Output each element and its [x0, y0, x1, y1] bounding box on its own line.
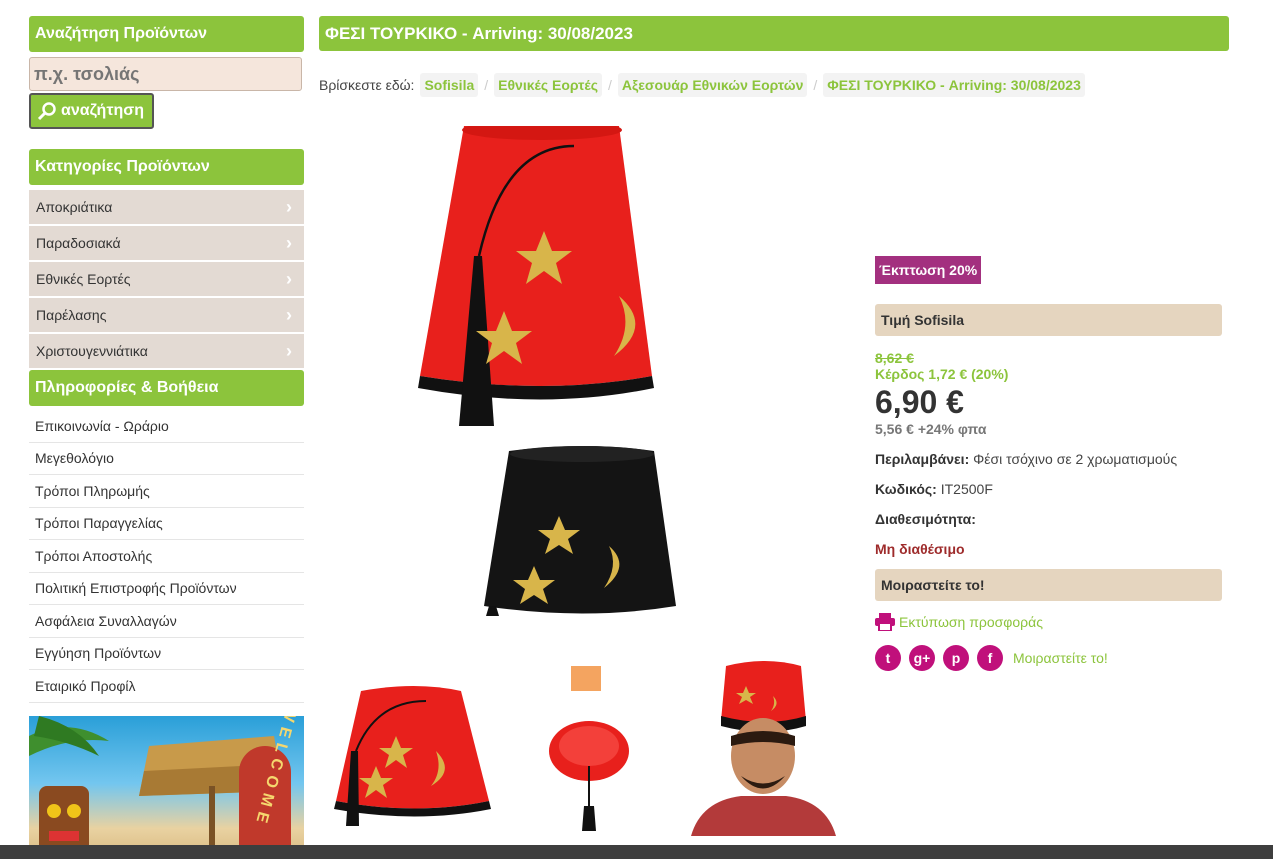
category-label: Χριστουγεννιάτικα	[36, 343, 148, 359]
info-header: Πληροφορίες & Βοήθεια	[29, 370, 304, 406]
code-row: Κωδικός: IT2500F	[875, 481, 1222, 497]
current-price: 6,90 €	[875, 384, 964, 420]
availability-label: Διαθεσιμότητα:	[875, 511, 976, 527]
availability-row: Διαθεσιμότητα:	[875, 511, 1222, 527]
info-link[interactable]: Τρόποι Πληρωμής	[29, 475, 304, 508]
profit-text: Κέρδος 1,72 € (20%)	[875, 366, 1009, 382]
chevron-right-icon: ›	[286, 340, 292, 361]
includes-label: Περιλαμβάνει:	[875, 451, 970, 467]
printer-icon	[875, 613, 895, 631]
info-link[interactable]: Μεγεθολόγιο	[29, 443, 304, 475]
category-item[interactable]: Παρέλασης ›	[29, 298, 304, 332]
search-icon	[37, 102, 56, 121]
category-label: Εθνικές Εορτές	[36, 271, 131, 287]
print-offer-link[interactable]: Εκτύπωση προσφοράς	[875, 613, 1222, 631]
product-main: ΦΕΣΙ ΤΟΥΡΚΙΚΟ - Arriving: 30/08/2023 Βρί…	[319, 16, 1229, 836]
category-label: Αποκριάτικα	[36, 199, 113, 215]
includes-value: Φέσι τσόχινο σε 2 χρωματισμούς	[973, 451, 1178, 467]
info-link[interactable]: Ασφάλεια Συναλλαγών	[29, 605, 304, 638]
share-text[interactable]: Μοιραστείτε το!	[1013, 650, 1108, 666]
info-link[interactable]: Επικοινωνία - Ωράριο	[29, 410, 304, 443]
info-link[interactable]: Τρόποι Παραγγελίας	[29, 508, 304, 540]
breadcrumb-separator: /	[813, 77, 818, 93]
promo-banner[interactable]: WELCOME	[29, 715, 304, 859]
print-offer-label: Εκτύπωση προσφοράς	[899, 614, 1043, 630]
search-input[interactable]	[29, 57, 302, 91]
category-item[interactable]: Αποκριάτικα ›	[29, 190, 304, 224]
category-item[interactable]: Παραδοσιακά ›	[29, 226, 304, 260]
google-plus-icon[interactable]: g+	[909, 645, 935, 671]
categories-header: Κατηγορίες Προϊόντων	[29, 149, 304, 185]
category-label: Παρέλασης	[36, 307, 107, 323]
breadcrumb: Βρίσκεστε εδώ: Sofisila / Εθνικές Εορτές…	[319, 73, 1229, 97]
info-list: Επικοινωνία - Ωράριο Μεγεθολόγιο Τρόποι …	[29, 410, 304, 703]
price-label: Τιμή Sofisila	[875, 304, 1222, 336]
code-label: Κωδικός:	[875, 481, 937, 497]
breadcrumb-separator: /	[484, 77, 489, 93]
share-label: Μοιραστείτε το!	[875, 569, 1222, 601]
discount-badge: Έκπτωση 20%	[875, 256, 982, 284]
category-label: Παραδοσιακά	[36, 235, 121, 251]
info-link[interactable]: Πολιτική Επιστροφής Προϊόντων	[29, 573, 304, 605]
search-header: Αναζήτηση Προϊόντων	[29, 16, 304, 52]
thumbnail-man-with-fez[interactable]	[681, 656, 846, 836]
product-details: Έκπτωση 20% Τιμή Sofisila 8,62 € Κέρδος …	[875, 256, 1222, 671]
old-price: 8,62 €	[875, 350, 914, 366]
facebook-icon[interactable]: f	[977, 645, 1003, 671]
bottom-bar	[0, 845, 1273, 859]
beach-illustration: WELCOME	[29, 715, 300, 859]
thumbnail-strip	[331, 656, 851, 836]
breadcrumb-link[interactable]: Sofisila	[420, 73, 479, 97]
info-link[interactable]: Τρόποι Αποστολής	[29, 540, 304, 573]
breadcrumb-link[interactable]: Εθνικές Εορτές	[494, 73, 603, 97]
chevron-right-icon: ›	[286, 304, 292, 325]
code-value: IT2500F	[940, 481, 993, 497]
thumbnail-packaged-fez[interactable]	[511, 656, 676, 836]
breadcrumb-separator: /	[608, 77, 612, 93]
availability-status: Μη διαθέσιμο	[875, 541, 965, 557]
search-button-label: αναζήτηση	[61, 102, 144, 119]
pinterest-icon[interactable]: p	[943, 645, 969, 671]
thumbnail-red-fez[interactable]	[331, 656, 496, 836]
vat-text: 5,56 € +24% φπα	[875, 421, 987, 437]
categories-list: Αποκριάτικα › Παραδοσιακά › Εθνικές Εορτές…	[29, 190, 304, 368]
chevron-right-icon: ›	[286, 268, 292, 289]
search-button[interactable]: αναζήτηση	[29, 93, 154, 129]
chevron-right-icon: ›	[286, 232, 292, 253]
category-item[interactable]: Εθνικές Εορτές ›	[29, 262, 304, 296]
breadcrumb-current[interactable]: ΦΕΣΙ ΤΟΥΡΚΙΚΟ - Arriving: 30/08/2023	[823, 73, 1085, 97]
page-title: ΦΕΣΙ ΤΟΥΡΚΙΚΟ - Arriving: 30/08/2023	[319, 16, 1229, 51]
chevron-right-icon: ›	[286, 196, 292, 217]
product-main-image[interactable]	[414, 126, 774, 626]
breadcrumb-link[interactable]: Αξεσουάρ Εθνικών Εορτών	[617, 73, 808, 97]
twitter-icon[interactable]: t	[875, 645, 901, 671]
social-share: t g+ p f Μοιραστείτε το!	[875, 645, 1222, 671]
breadcrumb-prefix: Βρίσκεστε εδώ:	[319, 77, 415, 93]
info-link[interactable]: Εταιρικό Προφίλ	[29, 670, 304, 703]
info-link[interactable]: Εγγύηση Προϊόντων	[29, 638, 304, 670]
category-item[interactable]: Χριστουγεννιάτικα ›	[29, 334, 304, 368]
includes-row: Περιλαμβάνει: Φέσι τσόχινο σε 2 χρωματισ…	[875, 451, 1222, 467]
left-sidebar: Αναζήτηση Προϊόντων αναζήτηση Κατηγορίες…	[29, 16, 304, 859]
